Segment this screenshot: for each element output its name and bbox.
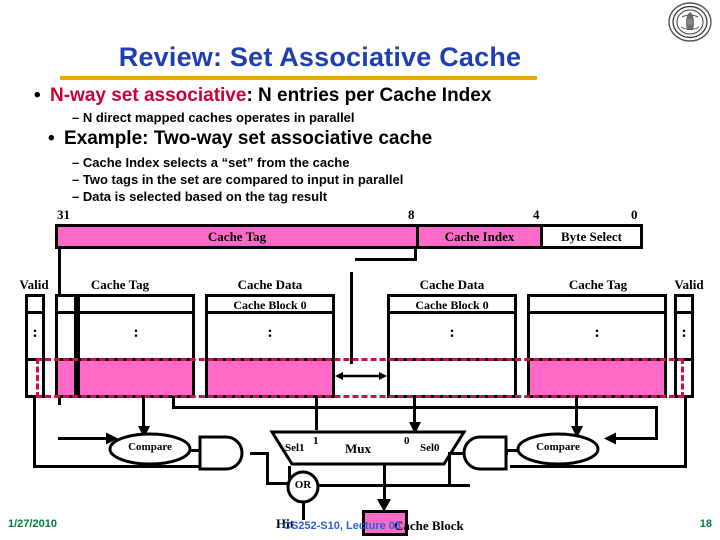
bullet-1-sub-1-label: N direct mapped caches operates in paral… bbox=[82, 110, 355, 125]
addr-bit-4: 4 bbox=[533, 207, 540, 222]
tag-left-cell-0 bbox=[77, 294, 195, 314]
valid-left-cell-0 bbox=[25, 294, 45, 314]
addr-segment-byte-select: Byte Select bbox=[540, 227, 640, 246]
or-gate-label: OR bbox=[294, 479, 312, 491]
bullet-1-rest: : N entries per Cache Index bbox=[246, 85, 492, 106]
footer-date: 1/27/2010 bbox=[8, 518, 57, 530]
column-header-valid-right: Valid bbox=[674, 277, 704, 292]
tag-left-subcell-0 bbox=[55, 294, 77, 314]
tag-left-cell-dots: : bbox=[77, 314, 195, 358]
uc-berkeley-seal-icon bbox=[666, 2, 714, 42]
mux-sel1-label: Sel1 bbox=[285, 442, 305, 454]
and-gate-right bbox=[452, 434, 510, 472]
wire-validright-down bbox=[684, 396, 687, 468]
bullet-1-strong: N-way set associative bbox=[50, 85, 247, 106]
column-header-valid-left: Valid bbox=[19, 277, 49, 292]
data-right-cell-dots: : bbox=[387, 314, 517, 358]
dash-marker: – bbox=[72, 110, 80, 125]
block-width-arrow bbox=[335, 369, 387, 381]
column-header-cache-tag-right: Cache Tag bbox=[568, 277, 628, 292]
bullet-2-sub-1-label: Cache Index selects a “set” from the cac… bbox=[82, 155, 350, 170]
tag-right-cell-0 bbox=[527, 294, 667, 314]
valid-right-cell-0 bbox=[674, 294, 694, 314]
bullet-1: • N-way set associative: N entries per Ca… bbox=[34, 85, 491, 107]
wire-addrtag-right-vertical bbox=[655, 406, 658, 439]
footer-slide-number: 18 bbox=[699, 518, 712, 530]
cache-block-label-left: Cache Block 0 bbox=[233, 298, 307, 312]
mux-input-1-label: 1 bbox=[313, 435, 319, 447]
bullet-1-sub-1: – N direct mapped caches operates in par… bbox=[72, 110, 355, 125]
wire-bus-tap-left bbox=[172, 396, 175, 408]
cache-block-label-right: Cache Block 0 bbox=[415, 298, 489, 312]
addr-bit-8: 8 bbox=[408, 207, 415, 222]
page-title: Review: Set Associative Cache bbox=[118, 42, 522, 72]
bullet-2-sub-2-label: Two tags in the set are compared to inpu… bbox=[82, 172, 404, 187]
way-divider bbox=[350, 272, 353, 364]
valid-right-cell-dots: : bbox=[674, 314, 694, 358]
column-header-cache-tag-left: Cache Tag bbox=[90, 277, 150, 292]
bullet-2-sub-3: – Data is selected based on the tag resu… bbox=[72, 189, 327, 204]
wire-dataleft-to-mux bbox=[315, 396, 318, 430]
wire-or-to-sel0 bbox=[448, 484, 470, 487]
data-right-cell-0: Cache Block 0 bbox=[387, 294, 517, 314]
bullet-dot: • bbox=[34, 85, 41, 106]
wire-sel0-down bbox=[448, 452, 451, 486]
wire-or-output-horizontal bbox=[318, 484, 450, 487]
bullet-2-label: Example: Two-way set associative cache bbox=[64, 128, 433, 149]
wire-to-or-left bbox=[266, 482, 288, 485]
tag-right-cell-dots: : bbox=[527, 314, 667, 358]
bullet-dot: • bbox=[48, 128, 55, 149]
footer-course-label: CS252-S10, Lecture 03 bbox=[283, 520, 402, 532]
tag-left-subcell-dots bbox=[55, 314, 77, 358]
addr-bit-0: 0 bbox=[631, 207, 638, 222]
compare-right-label: Compare bbox=[536, 441, 580, 453]
compare-left-label: Compare bbox=[128, 441, 172, 453]
wire-index-horizontal bbox=[355, 258, 417, 261]
wire-addrtag-to-compare-left bbox=[58, 437, 110, 440]
valid-left-cell-dots: : bbox=[25, 314, 45, 358]
addr-segment-cache-tag: Cache Tag bbox=[58, 227, 416, 246]
bullet-2-sub-1: – Cache Index selects a “set” from the c… bbox=[72, 155, 349, 170]
bullet-2-sub-3-label: Data is selected based on the tag result bbox=[82, 189, 328, 204]
data-left-cell-dots: : bbox=[205, 314, 335, 358]
dash-marker: – bbox=[72, 155, 80, 170]
dash-marker: – bbox=[72, 189, 80, 204]
address-breakdown-bar: Cache Tag Cache Index Byte Select bbox=[55, 224, 643, 249]
arrowhead-compare-right-side bbox=[604, 432, 618, 445]
wire-validleft-down bbox=[33, 396, 36, 468]
data-left-cell-0: Cache Block 0 bbox=[205, 294, 335, 314]
and-gate-left bbox=[196, 434, 254, 472]
dash-marker: – bbox=[72, 172, 80, 187]
wire-compare-left-to-and bbox=[190, 449, 200, 452]
mux-input-0-label: 0 bbox=[404, 435, 410, 447]
cache-block-output-label: Cache Block bbox=[394, 518, 464, 533]
addr-segment-cache-index: Cache Index bbox=[416, 227, 540, 246]
column-header-cache-data-left: Cache Data bbox=[237, 277, 303, 292]
mux-label: Mux bbox=[345, 441, 371, 456]
bullet-2: • Example: Two-way set associative cache bbox=[48, 128, 432, 150]
title-underline-rule bbox=[60, 76, 537, 80]
wire-addrtag-bus-horizontal bbox=[172, 406, 656, 409]
column-header-cache-data-right: Cache Data bbox=[419, 277, 485, 292]
bullet-2-sub-2: – Two tags in the set are compared to in… bbox=[72, 172, 403, 187]
wire-or-to-hit bbox=[302, 502, 305, 520]
mux-sel0-label: Sel0 bbox=[420, 442, 440, 454]
addr-bit-31: 31 bbox=[57, 207, 70, 222]
